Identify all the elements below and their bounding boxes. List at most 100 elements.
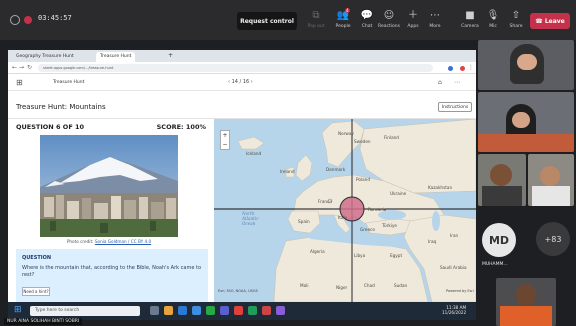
map-label: Mali xyxy=(300,283,309,288)
task-view-icon[interactable] xyxy=(150,306,159,315)
zoom-control[interactable]: + − xyxy=(220,130,230,150)
mail-icon[interactable] xyxy=(192,306,201,315)
profile-icon[interactable] xyxy=(448,66,453,71)
participant-avatar[interactable]: MD xyxy=(482,223,516,257)
question-number: QUESTION 6 OF 10 xyxy=(16,123,85,131)
forward-icon[interactable]: → xyxy=(19,64,24,71)
browser-tab-bar: Geography Treasure Hunt Treasure Hunt + xyxy=(8,50,476,62)
grid-menu-icon[interactable]: ⊞ xyxy=(16,78,23,87)
participant-video[interactable] xyxy=(478,154,526,206)
powerpoint-icon[interactable] xyxy=(262,306,271,315)
leave-button[interactable]: ☎ Leave xyxy=(530,13,570,29)
record-icon xyxy=(10,15,20,25)
whatsapp-icon[interactable] xyxy=(206,306,215,315)
browser-tab[interactable]: Geography Treasure Hunt xyxy=(12,52,78,62)
back-icon[interactable]: ← xyxy=(12,64,17,71)
credit-prefix: Photo credit: xyxy=(66,239,95,244)
meeting-button-label: Pop out xyxy=(307,24,325,29)
camera-icon: ■ xyxy=(465,10,475,21)
edge-icon[interactable] xyxy=(178,306,187,315)
people-button[interactable]: 👥 People 4 xyxy=(332,8,354,36)
participant-video[interactable] xyxy=(478,92,574,152)
map-label: Saudi Arabia xyxy=(440,265,467,270)
credit-link[interactable]: Sonia Goldman / CC BY 4.0 xyxy=(95,239,151,244)
excel-icon[interactable] xyxy=(248,306,257,315)
participant-face xyxy=(490,164,512,186)
participant-video[interactable] xyxy=(478,40,574,90)
more-icon: ⋯ xyxy=(430,10,440,21)
home-icon[interactable]: ⌂ xyxy=(438,79,442,86)
app-title: Treasure Hunt xyxy=(53,80,85,85)
taskbar-clock: 11:38 AM 11/26/2022 xyxy=(442,305,466,315)
page-title: Treasure Hunt: Mountains xyxy=(16,103,106,111)
mountain-photo xyxy=(40,135,178,237)
powered-by-esri: Powered by Esri xyxy=(446,289,474,293)
zoom-in-icon[interactable]: + xyxy=(222,132,227,139)
app-icon[interactable] xyxy=(276,306,285,315)
map-label: Chad xyxy=(364,283,375,288)
browser-tab-active[interactable]: Treasure Hunt xyxy=(96,52,136,62)
map-label: Kazakhstan xyxy=(428,185,452,190)
meeting-button-label: Share xyxy=(509,24,523,29)
page-title-bar: Treasure Hunt: Mountains Instructions xyxy=(8,91,476,119)
file-explorer-icon[interactable] xyxy=(164,306,173,315)
teams-icon[interactable] xyxy=(220,306,229,315)
map-label: Egypt xyxy=(390,253,402,258)
question-text: Where is the mountain that, according to… xyxy=(22,265,202,278)
meeting-control-bar: 03:45:57 Request control ⧉ Pop out 👥 People… xyxy=(0,0,576,40)
map-label: Finland xyxy=(384,135,399,140)
map[interactable]: Iceland Norway Sweden Finland Ireland Denmark… xyxy=(214,119,476,302)
sea-label: Ocean xyxy=(242,221,256,226)
map-label: Türkiye xyxy=(381,223,397,228)
more-options-icon[interactable]: ⋯ xyxy=(454,79,460,86)
chrome-icon[interactable] xyxy=(234,306,243,315)
meeting-button-label: Reactions xyxy=(378,24,400,29)
new-tab-icon[interactable]: + xyxy=(168,52,173,62)
map-label: Denmark xyxy=(326,167,346,172)
map-label: Iceland xyxy=(246,151,261,156)
chat-button[interactable]: 💬 Chat xyxy=(356,10,378,36)
address-bar: ← → ↻ sheet.apps.google.com/.../treasure… xyxy=(8,62,476,74)
mic-icon: 🎙 xyxy=(486,10,500,21)
app-header: ⊞ Treasure Hunt ‹ 14 / 16 › ⌂ ⋯ xyxy=(8,75,476,91)
map-label: Norway xyxy=(338,131,354,136)
camera-button[interactable]: ■ Camera xyxy=(459,10,481,36)
mic-button[interactable]: 🎙 Mic xyxy=(482,10,504,36)
menu-icon[interactable]: ⋮ xyxy=(468,64,474,71)
more-button[interactable]: ⋯ More xyxy=(424,10,446,36)
meeting-timer: 03:45:57 xyxy=(38,14,72,22)
participant-shirt xyxy=(482,186,522,206)
instructions-button[interactable]: Instructions xyxy=(438,102,472,112)
map-label: Romania xyxy=(368,207,387,212)
taskbar-search-input[interactable]: Type here to search xyxy=(30,306,140,316)
url-input[interactable]: sheet.apps.google.com/.../treasure-hunt xyxy=(38,64,433,72)
reload-icon[interactable]: ↻ xyxy=(27,64,32,71)
map-label: Greece xyxy=(360,227,375,232)
participant-face xyxy=(540,166,560,186)
share-icon: ⇧ xyxy=(511,10,521,21)
pop-out-button[interactable]: ⧉ Pop out xyxy=(305,10,327,36)
leave-label: Leave xyxy=(544,17,565,25)
meeting-button-label: People xyxy=(335,24,351,29)
map-label: Italy xyxy=(338,215,348,220)
more-participants-button[interactable]: +83 xyxy=(536,222,570,256)
question-panel: QUESTION 6 OF 10 SCORE: 100% Photo credi… xyxy=(8,119,210,302)
participant-video[interactable] xyxy=(496,278,556,326)
participant-video[interactable] xyxy=(528,154,574,206)
reactions-button[interactable]: ☺ Reactions xyxy=(378,10,400,36)
score: SCORE: 100% xyxy=(156,123,206,131)
participant-shirt xyxy=(500,306,552,326)
recording-indicator-icon xyxy=(24,16,32,24)
map-label: Libya xyxy=(354,253,366,258)
hint-button[interactable]: Need a hint? xyxy=(22,287,50,296)
extension-icon[interactable] xyxy=(460,66,465,71)
presenter-name: NUR AINA SOLIHAH BINTI SOBRI xyxy=(4,318,83,325)
participant-face xyxy=(517,54,537,70)
share-button[interactable]: ⇧ Share xyxy=(505,10,527,36)
request-control-button[interactable]: Request control xyxy=(237,12,297,30)
apps-button[interactable]: ＋ Apps xyxy=(402,10,424,36)
zoom-out-icon[interactable]: − xyxy=(222,141,227,148)
question-header: QUESTION 6 OF 10 SCORE: 100% xyxy=(16,123,206,131)
map-label: Sweden xyxy=(354,139,371,144)
windows-start-icon[interactable]: ⊞ xyxy=(14,305,22,315)
